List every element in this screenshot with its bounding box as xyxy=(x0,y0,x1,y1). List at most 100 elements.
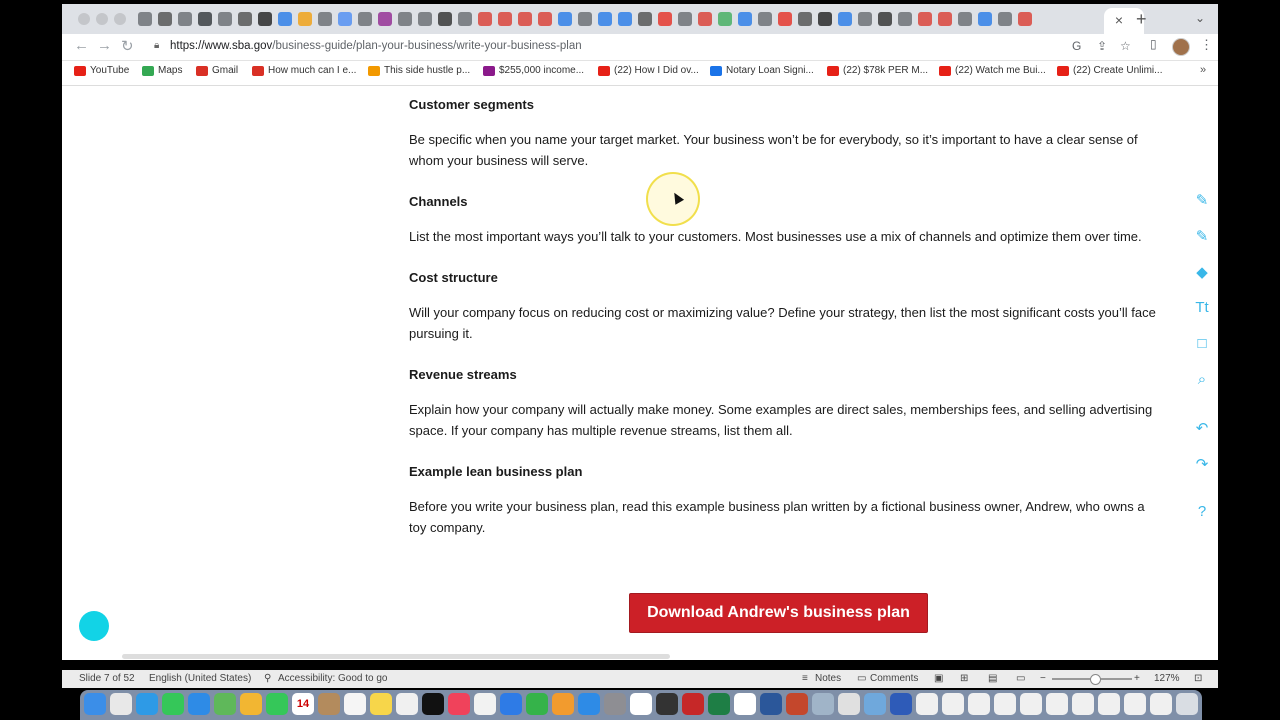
tab-favicon[interactable] xyxy=(318,12,332,26)
tab-favicon[interactable] xyxy=(738,12,752,26)
r-icon[interactable] xyxy=(734,693,756,715)
contacts-icon[interactable] xyxy=(318,693,340,715)
address-bar[interactable]: 🔒︎ https://www.sba.gov/business-guide/pl… xyxy=(142,36,1162,58)
comments-button[interactable]: Comments xyxy=(870,673,918,684)
facetime-icon[interactable] xyxy=(266,693,288,715)
help-icon[interactable]: ? xyxy=(1190,503,1214,520)
tab-favicon[interactable] xyxy=(278,12,292,26)
tab-favicon[interactable] xyxy=(858,12,872,26)
tab-favicon[interactable] xyxy=(718,12,732,26)
reload-icon[interactable]: ↻ xyxy=(121,37,134,55)
forward-icon[interactable]: → xyxy=(97,37,112,54)
tab-favicon[interactable] xyxy=(678,12,692,26)
tab-favicon[interactable] xyxy=(758,12,772,26)
highlighter-icon[interactable]: ✎ xyxy=(1190,227,1214,245)
pages-icon[interactable] xyxy=(552,693,574,715)
google-lens-icon[interactable]: G xyxy=(1072,39,1081,53)
tab-favicon[interactable] xyxy=(658,12,672,26)
tab-favicon[interactable] xyxy=(938,12,952,26)
appstore-icon[interactable] xyxy=(578,693,600,715)
fit-to-window-icon[interactable]: ⊡ xyxy=(1194,673,1202,684)
tab-favicon[interactable] xyxy=(598,12,612,26)
more-menu-icon[interactable]: ⋮ xyxy=(1200,37,1213,53)
share-icon[interactable]: ⇪ xyxy=(1097,39,1107,53)
calendar-icon[interactable]: 14 xyxy=(292,693,314,715)
news-icon[interactable] xyxy=(474,693,496,715)
tab-favicon[interactable] xyxy=(438,12,452,26)
tab-search-icon[interactable]: ⌄ xyxy=(1195,11,1205,25)
undo-icon[interactable]: ↶ xyxy=(1190,419,1214,437)
music-icon[interactable] xyxy=(448,693,470,715)
bookmark-item[interactable]: Notary Loan Signi... xyxy=(710,65,814,76)
safari-icon[interactable] xyxy=(136,693,158,715)
calculator-icon[interactable] xyxy=(656,693,678,715)
finder-icon[interactable] xyxy=(84,693,106,715)
window-thumb-icon[interactable] xyxy=(1072,693,1094,715)
tab-favicon[interactable] xyxy=(218,12,232,26)
trash-icon[interactable] xyxy=(1176,693,1198,715)
maps-icon[interactable] xyxy=(214,693,236,715)
bookmark-item[interactable]: (22) Watch me Bui... xyxy=(939,65,1046,76)
bookmark-item[interactable]: (22) How I Did ov... xyxy=(598,65,699,76)
tab-favicon[interactable] xyxy=(538,12,552,26)
redo-icon[interactable]: ↷ xyxy=(1190,455,1214,473)
close-tab-icon[interactable]: × xyxy=(1112,12,1126,28)
language-indicator[interactable]: English (United States) xyxy=(149,673,251,684)
window-thumb-icon[interactable] xyxy=(968,693,990,715)
accessibility-status[interactable]: Accessibility: Good to go xyxy=(278,673,388,684)
tab-favicon[interactable] xyxy=(958,12,972,26)
tab-favicon[interactable] xyxy=(258,12,272,26)
messages-icon[interactable] xyxy=(162,693,184,715)
tab-favicon[interactable] xyxy=(298,12,312,26)
preview-icon[interactable] xyxy=(812,693,834,715)
mail-icon[interactable] xyxy=(188,693,210,715)
acrobat-icon[interactable] xyxy=(682,693,704,715)
bookmark-item[interactable]: This side hustle p... xyxy=(368,65,470,76)
download-business-plan-button[interactable]: Download Andrew's business plan xyxy=(629,593,928,633)
tab-favicon[interactable] xyxy=(778,12,792,26)
zoom-slider-handle[interactable] xyxy=(1090,674,1101,685)
window-thumb-icon[interactable] xyxy=(1098,693,1120,715)
tab-favicon[interactable] xyxy=(478,12,492,26)
tab-favicon[interactable] xyxy=(558,12,572,26)
window-thumb-icon[interactable] xyxy=(1020,693,1042,715)
tab-favicon[interactable] xyxy=(818,12,832,26)
window-thumb-icon[interactable] xyxy=(994,693,1016,715)
photos-icon[interactable] xyxy=(240,693,262,715)
tab-favicon[interactable] xyxy=(378,12,392,26)
bookmark-item[interactable]: Gmail xyxy=(196,65,238,76)
appletv-icon[interactable] xyxy=(422,693,444,715)
rstudio-icon[interactable] xyxy=(864,693,886,715)
notes-button[interactable]: Notes xyxy=(815,673,841,684)
tab-favicon[interactable] xyxy=(898,12,912,26)
settings-icon[interactable] xyxy=(604,693,626,715)
reading-view-icon[interactable]: ▤ xyxy=(988,673,997,684)
slideshow-icon[interactable]: ▭ xyxy=(1016,673,1025,684)
textedit-icon[interactable] xyxy=(838,693,860,715)
slide-sorter-icon[interactable]: ⊞ xyxy=(960,673,968,684)
normal-view-icon[interactable]: ▣ xyxy=(934,673,943,684)
tab-favicon[interactable] xyxy=(238,12,252,26)
tab-favicon[interactable] xyxy=(1018,12,1032,26)
tab-favicon[interactable] xyxy=(418,12,432,26)
keynote-icon[interactable] xyxy=(500,693,522,715)
text-icon[interactable]: Tt xyxy=(1190,299,1214,316)
tab-favicon[interactable] xyxy=(178,12,192,26)
bookmark-item[interactable]: (22) $78k PER M... xyxy=(827,65,928,76)
bookmark-item[interactable]: $255,000 income... xyxy=(483,65,584,76)
tab-favicon[interactable] xyxy=(398,12,412,26)
tab-favicon[interactable] xyxy=(638,12,652,26)
zoom-in-icon[interactable]: + xyxy=(1134,673,1140,684)
tab-favicon[interactable] xyxy=(138,12,152,26)
pen-icon[interactable]: ✎ xyxy=(1190,191,1214,209)
window-thumb-icon[interactable] xyxy=(1150,693,1172,715)
bookmark-star-icon[interactable]: ☆ xyxy=(1120,39,1131,53)
tab-favicon[interactable] xyxy=(618,12,632,26)
zoom-window-button[interactable] xyxy=(114,13,126,25)
chrome-icon[interactable] xyxy=(630,693,652,715)
tab-favicon[interactable] xyxy=(498,12,512,26)
numbers-icon[interactable] xyxy=(526,693,548,715)
zoom-icon[interactable]: ⌕ xyxy=(1190,371,1214,388)
tab-favicon[interactable] xyxy=(198,12,212,26)
bookmark-item[interactable]: YouTube xyxy=(74,65,129,76)
